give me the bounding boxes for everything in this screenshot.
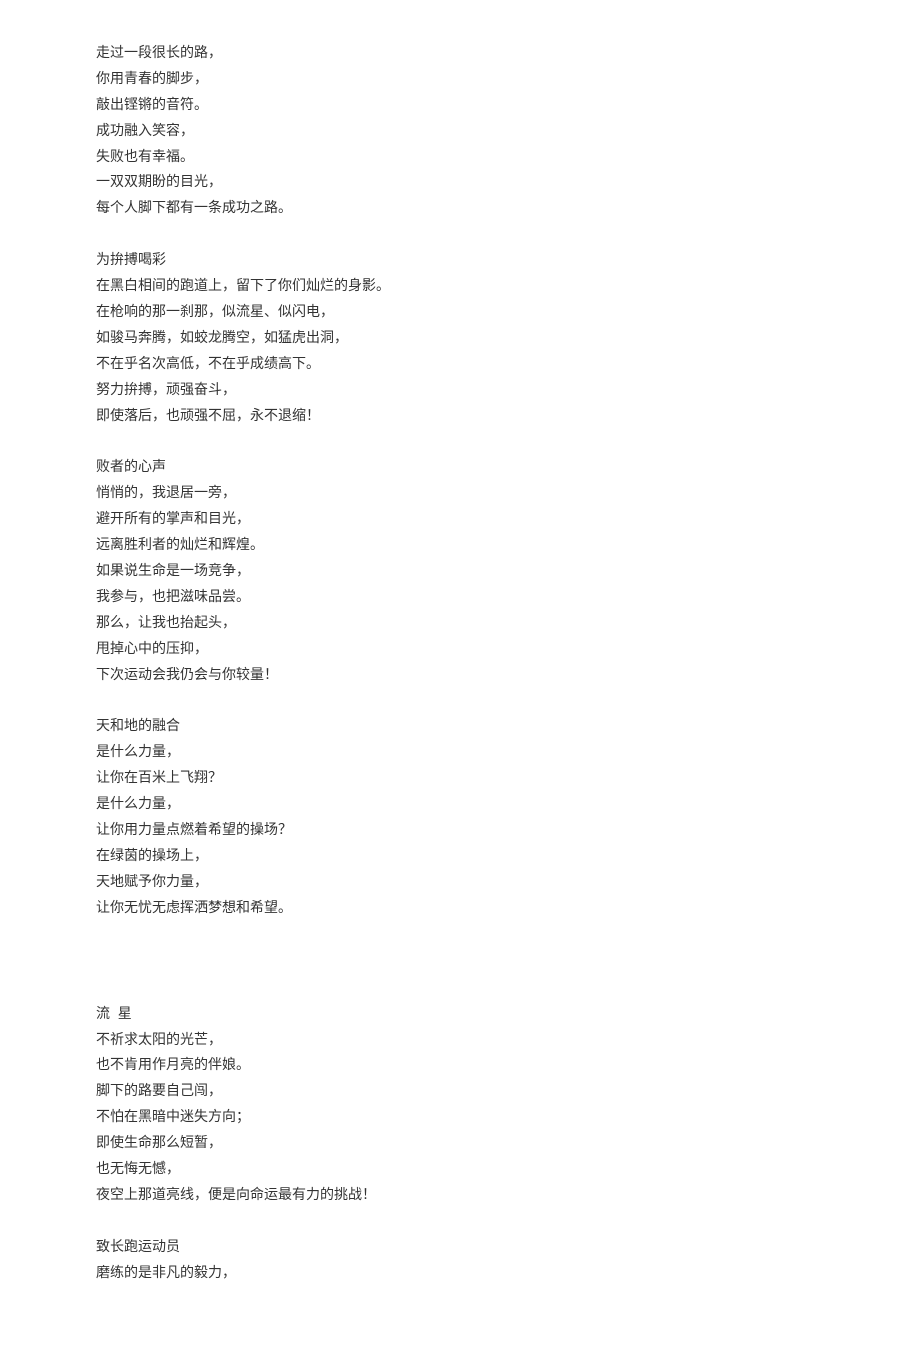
poem-line: 也无悔无憾， <box>96 1156 824 1182</box>
poem-line: 在黑白相间的跑道上，留下了你们灿烂的身影。 <box>96 273 824 299</box>
stanza: 致长跑运动员磨练的是非凡的毅力， <box>96 1234 824 1286</box>
poem-line: 是什么力量， <box>96 791 824 817</box>
poem-line: 为拚搏喝彩 <box>96 247 824 273</box>
poem-line: 败者的心声 <box>96 454 824 480</box>
poem-line: 磨练的是非凡的毅力， <box>96 1260 824 1286</box>
stanza: 为拚搏喝彩在黑白相间的跑道上，留下了你们灿烂的身影。在枪响的那一刹那，似流星、似… <box>96 247 824 428</box>
poem-line: 如骏马奔腾，如蛟龙腾空，如猛虎出洞， <box>96 325 824 351</box>
poem-line: 每个人脚下都有一条成功之路。 <box>96 195 824 221</box>
document-page: 走过一段很长的路，你用青春的脚步，敲出铿锵的音符。成功融入笑容，失败也有幸福。一… <box>0 0 920 1372</box>
poem-line: 也不肯用作月亮的伴娘。 <box>96 1052 824 1078</box>
poem-line: 天和地的融合 <box>96 713 824 739</box>
poem-line: 致长跑运动员 <box>96 1234 824 1260</box>
poem-line: 让你在百米上飞翔？ <box>96 765 824 791</box>
poem-line: 成功融入笑容， <box>96 118 824 144</box>
stanza: 流 星不祈求太阳的光芒，也不肯用作月亮的伴娘。脚下的路要自己闯，不怕在黑暗中迷失… <box>96 1001 824 1208</box>
poem-line: 下次运动会我仍会与你较量！ <box>96 662 824 688</box>
poem-line: 不祈求太阳的光芒， <box>96 1027 824 1053</box>
poem-line: 我参与，也把滋味品尝。 <box>96 584 824 610</box>
poem-line: 在绿茵的操场上， <box>96 843 824 869</box>
stanza: 败者的心声悄悄的，我退居一旁，避开所有的掌声和目光，远离胜利者的灿烂和辉煌。如果… <box>96 454 824 687</box>
poem-line: 如果说生命是一场竞争， <box>96 558 824 584</box>
poem-line: 避开所有的掌声和目光， <box>96 506 824 532</box>
poem-line: 悄悄的，我退居一旁， <box>96 480 824 506</box>
poem-line: 走过一段很长的路， <box>96 40 824 66</box>
poem-line: 你用青春的脚步， <box>96 66 824 92</box>
poem-line: 是什么力量， <box>96 739 824 765</box>
poem-line: 天地赋予你力量， <box>96 869 824 895</box>
poem-line: 不怕在黑暗中迷失方向； <box>96 1104 824 1130</box>
poem-line: 让你无忧无虑挥洒梦想和希望。 <box>96 895 824 921</box>
poem-line: 远离胜利者的灿烂和辉煌。 <box>96 532 824 558</box>
poem-line: 即使落后，也顽强不屈，永不退缩！ <box>96 403 824 429</box>
stanza: 走过一段很长的路，你用青春的脚步，敲出铿锵的音符。成功融入笑容，失败也有幸福。一… <box>96 40 824 221</box>
poem-line: 一双双期盼的目光， <box>96 169 824 195</box>
stanza: 天和地的融合是什么力量，让你在百米上飞翔？是什么力量，让你用力量点燃着希望的操场… <box>96 713 824 920</box>
poem-line: 敲出铿锵的音符。 <box>96 92 824 118</box>
poem-line: 不在乎名次高低，不在乎成绩高下。 <box>96 351 824 377</box>
poem-line: 即使生命那么短暂， <box>96 1130 824 1156</box>
poem-line: 夜空上那道亮线，便是向命运最有力的挑战！ <box>96 1182 824 1208</box>
poem-line: 流 星 <box>96 1001 824 1027</box>
poem-line: 甩掉心中的压抑， <box>96 636 824 662</box>
poem-line: 努力拚搏，顽强奋斗， <box>96 377 824 403</box>
poem-line: 那么，让我也抬起头， <box>96 610 824 636</box>
poem-line: 失败也有幸福。 <box>96 144 824 170</box>
section-gap <box>96 947 824 1001</box>
poem-content: 走过一段很长的路，你用青春的脚步，敲出铿锵的音符。成功融入笑容，失败也有幸福。一… <box>96 40 824 1286</box>
poem-line: 让你用力量点燃着希望的操场？ <box>96 817 824 843</box>
poem-line: 脚下的路要自己闯， <box>96 1078 824 1104</box>
poem-line: 在枪响的那一刹那，似流星、似闪电， <box>96 299 824 325</box>
